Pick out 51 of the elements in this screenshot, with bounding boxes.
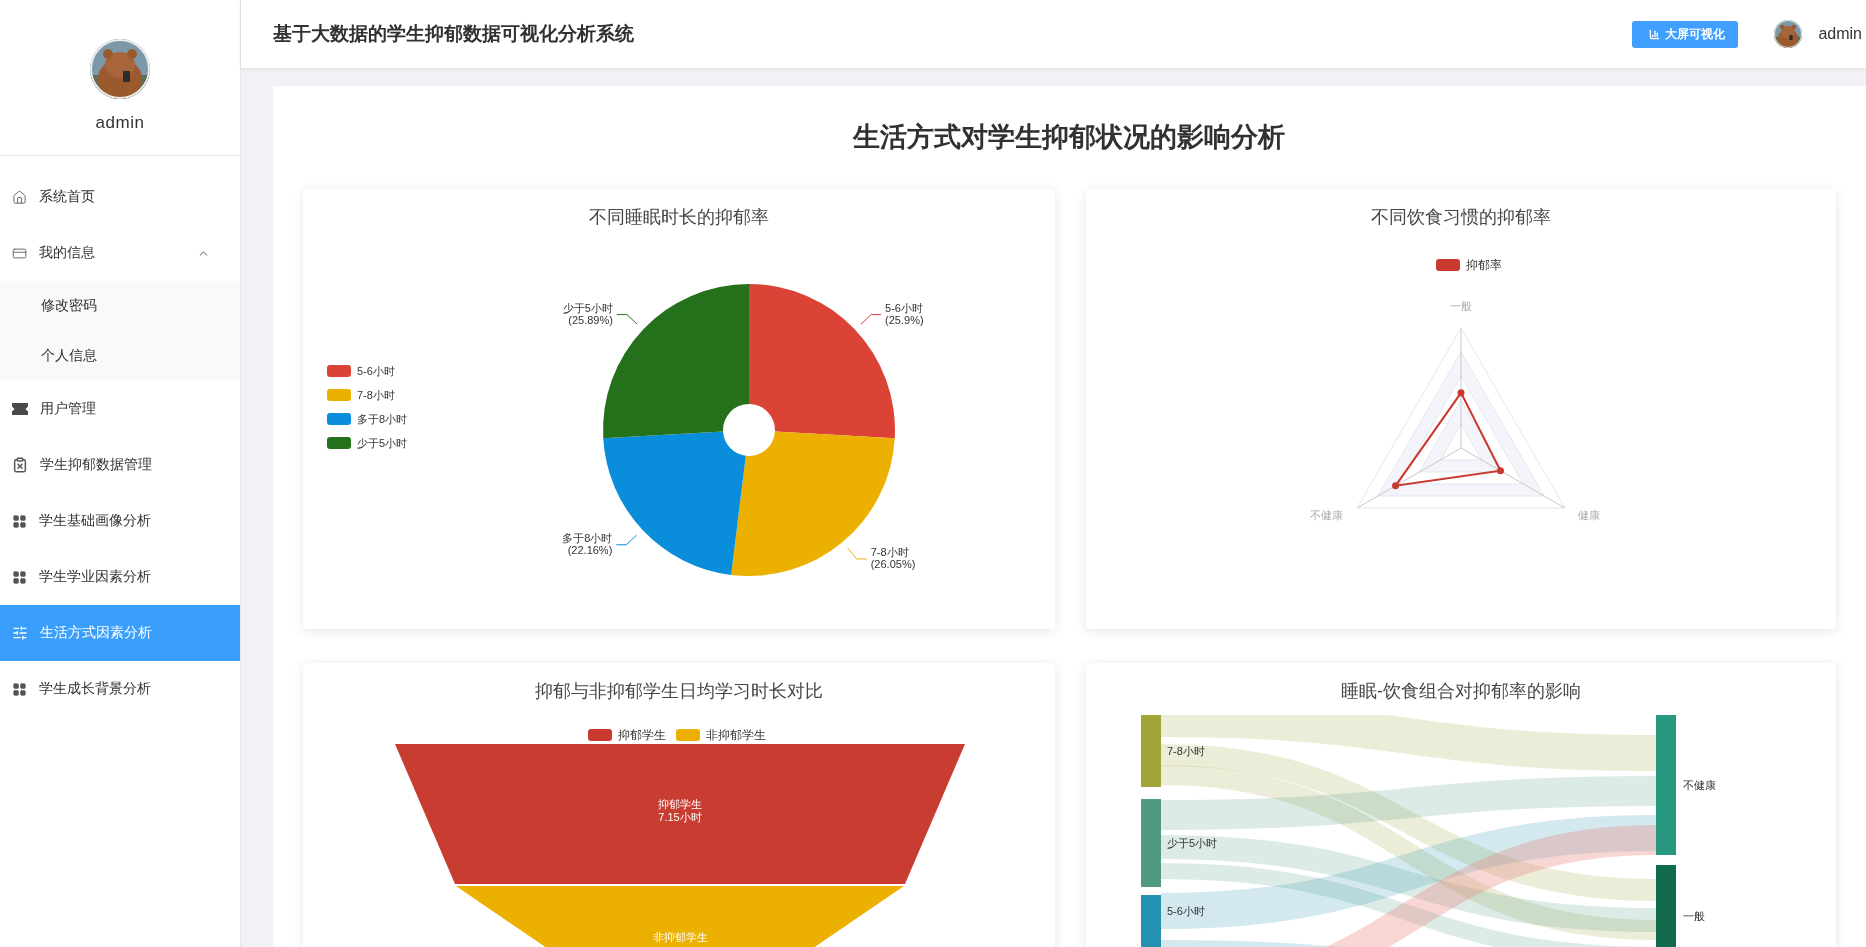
- axis-label: 一般: [1450, 300, 1472, 312]
- card-icon: [12, 245, 27, 261]
- node-label: 一般: [1683, 910, 1705, 922]
- chart-title: 抑郁与非抑郁学生日均学习时长对比: [534, 680, 824, 703]
- legend-item[interactable]: 多于8小时: [327, 413, 408, 425]
- legend-item[interactable]: 少于5小时: [327, 437, 408, 449]
- grid-icon: [12, 681, 27, 697]
- legend-label: 少于5小时: [357, 437, 408, 449]
- submenu-item[interactable]: 个人信息: [0, 331, 240, 381]
- legend-label: 抑郁率: [1466, 258, 1502, 272]
- submenu-item[interactable]: 修改密码: [0, 281, 240, 331]
- grid-icon: [12, 569, 27, 585]
- slice-label: 少于5小时 (25.89%): [562, 301, 613, 326]
- axis-label: 不健康: [1309, 509, 1343, 521]
- user-name[interactable]: admin: [1818, 25, 1862, 43]
- node-label: 5-6小时: [1167, 905, 1205, 917]
- ticket-icon: [12, 403, 28, 415]
- leader-line: [616, 314, 638, 325]
- chart-title: 不同饮食习惯的抑郁率: [1370, 206, 1552, 229]
- home-icon: [12, 189, 27, 205]
- node-label: 少于5小时: [1167, 837, 1218, 849]
- legend-item[interactable]: 5-6小时: [327, 365, 395, 377]
- legend-item[interactable]: 抑郁率: [1436, 258, 1502, 272]
- leader-line: [860, 314, 882, 325]
- legend-label: 5-6小时: [357, 365, 395, 377]
- node-label: 7-8小时: [1167, 745, 1205, 757]
- legend-item[interactable]: 抑郁学生: [588, 728, 666, 742]
- user-name: admin: [95, 113, 145, 133]
- legend-item[interactable]: 非抑郁学生: [676, 728, 766, 742]
- app-title: 基于大数据的学生抑郁数据可视化分析系统: [273, 22, 635, 46]
- slice-label: 多于8小时 (22.16%): [562, 531, 613, 556]
- legend-label: 非抑郁学生: [706, 728, 766, 742]
- slice-label: 5-6小时 (25.9%): [885, 301, 924, 326]
- slice-label: 7-8小时 (26.05%): [870, 545, 916, 570]
- legend-label: 抑郁学生: [618, 728, 666, 742]
- chart-title: 睡眠-饮食组合对抑郁率的影响: [1340, 680, 1582, 703]
- legend-label: 多于8小时: [357, 413, 408, 425]
- legend-item[interactable]: 7-8小时: [327, 389, 395, 401]
- clipboard-icon: [12, 457, 28, 473]
- bar-chart-icon: [1649, 28, 1661, 40]
- stage-label: 非抑郁学生: [652, 931, 708, 943]
- grid-icon: [12, 513, 27, 529]
- chart-title: 不同睡眠时长的抑郁率: [588, 206, 770, 229]
- sliders-icon: [12, 625, 28, 641]
- legend-label: 7-8小时: [357, 389, 395, 401]
- leader-line: [615, 534, 638, 546]
- axis-label: 健康: [1578, 509, 1600, 521]
- stage-label: 抑郁学生 7.15小时: [658, 798, 702, 823]
- page-title: 生活方式对学生抑郁状况的影响分析: [851, 121, 1286, 154]
- leader-line: [847, 547, 868, 560]
- node-label: 不健康: [1683, 779, 1716, 791]
